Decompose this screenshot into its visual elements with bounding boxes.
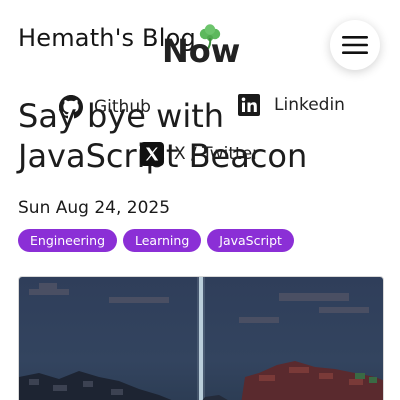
- hamburger-menu-icon: [342, 36, 368, 54]
- tag-javascript[interactable]: JavaScript: [207, 229, 294, 252]
- tag-engineering[interactable]: Engineering: [18, 229, 117, 252]
- linkedin-icon: [238, 94, 260, 116]
- nav-now-link[interactable]: Now: [162, 32, 240, 70]
- x-icon: [140, 142, 164, 166]
- github-icon: [58, 94, 84, 120]
- menu-button[interactable]: [330, 20, 380, 70]
- hero-image: [18, 276, 384, 400]
- linkedin-link[interactable]: Linkedin: [238, 94, 345, 116]
- post-date: Sun Aug 24, 2025: [18, 198, 171, 218]
- twitter-link[interactable]: X / Twitter: [140, 142, 259, 166]
- twitter-label: X / Twitter: [174, 144, 260, 164]
- linkedin-label: Linkedin: [274, 95, 345, 115]
- tag-list: Engineering Learning JavaScript: [18, 229, 294, 252]
- github-label: Github: [94, 97, 151, 117]
- github-link[interactable]: Github: [58, 94, 151, 120]
- tag-learning[interactable]: Learning: [123, 229, 202, 252]
